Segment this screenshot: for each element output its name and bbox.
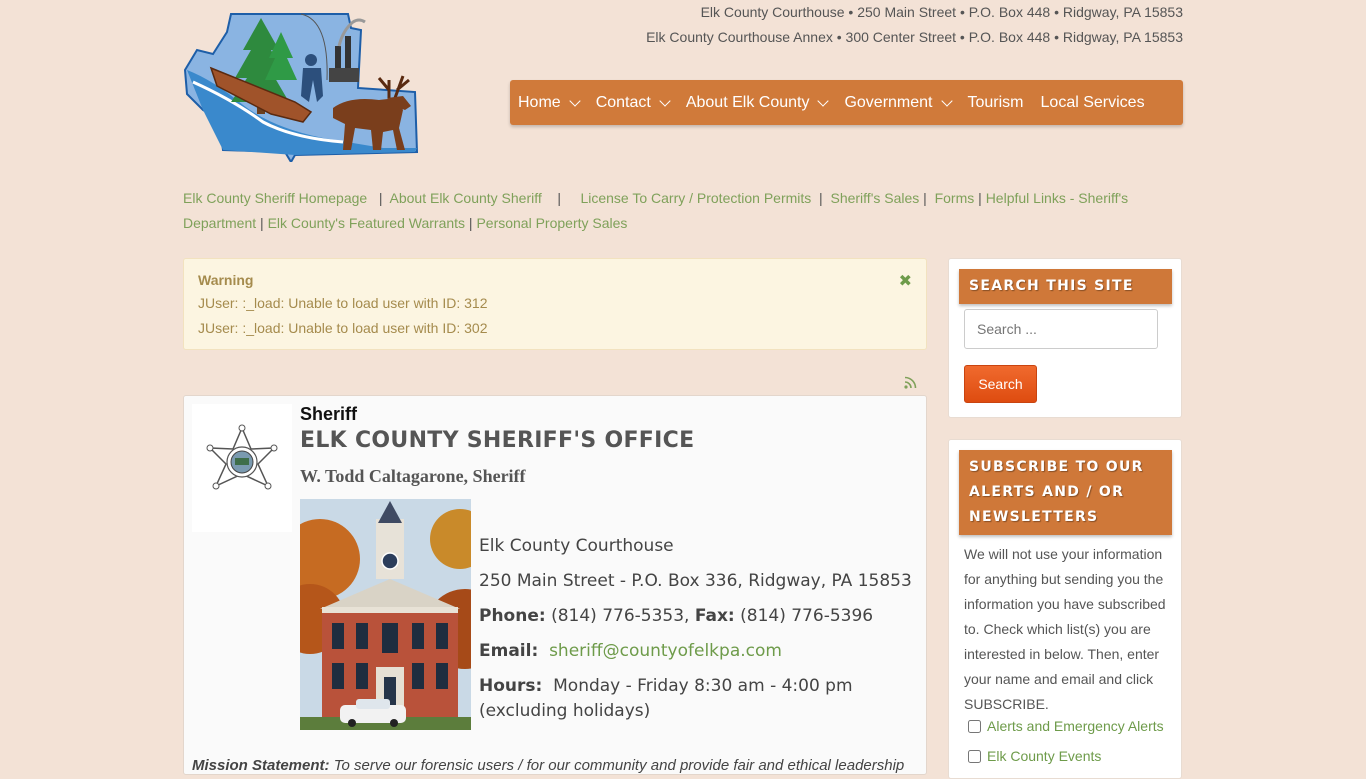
sheriff-badge-image	[192, 404, 292, 532]
sheriff-subnav: Elk County Sheriff Homepage | About Elk …	[183, 190, 1129, 231]
location-name: Elk County Courthouse	[479, 536, 674, 556]
search-panel: SEARCH THIS SITE Search	[948, 258, 1182, 418]
email-line: Email: sheriff@countyofelkpa.com	[479, 641, 782, 661]
category-title: Sheriff	[300, 404, 358, 424]
courthouse-photo	[300, 499, 471, 730]
hours-line: Hours: Monday - Friday 8:30 am - 4:00 pm	[479, 676, 853, 696]
link-license-to-carry[interactable]: License To Carry / Protection Permits	[580, 190, 811, 206]
subscribe-option-events[interactable]: Elk County Events	[968, 748, 1101, 764]
close-icon[interactable]: ✖	[899, 271, 912, 291]
main-navigation: Home Contact About Elk County Government…	[510, 80, 1183, 125]
link-about-sheriff[interactable]: About Elk County Sheriff	[390, 190, 542, 206]
subscribe-option-alerts[interactable]: Alerts and Emergency Alerts	[968, 718, 1164, 734]
mission-label: Mission Statement:	[192, 757, 330, 774]
hours-note: (excluding holidays)	[479, 701, 651, 721]
link-personal-property-sales[interactable]: Personal Property Sales	[476, 215, 627, 231]
nav-about-label: About Elk County	[685, 93, 810, 111]
chevron-down-icon[interactable]	[569, 94, 581, 107]
fax-number: (814) 776-5396	[740, 606, 874, 626]
nav-local-services-label: Local Services	[1040, 93, 1145, 111]
search-heading: SEARCH THIS SITE	[959, 269, 1172, 304]
nav-contact[interactable]: Contact	[595, 93, 671, 112]
search-input[interactable]	[964, 309, 1158, 349]
rss-feed-icon[interactable]	[903, 374, 919, 390]
mission-text: To serve our forensic users / for our co…	[333, 757, 905, 774]
chevron-down-icon[interactable]	[817, 94, 830, 107]
page-title: ELK COUNTY SHERIFF'S OFFICE	[300, 428, 695, 453]
nav-tourism[interactable]: Tourism	[968, 94, 1024, 112]
link-forms[interactable]: Forms	[935, 190, 975, 206]
events-checkbox[interactable]	[968, 749, 981, 763]
elk-county-logo[interactable]	[183, 10, 419, 162]
chevron-down-icon[interactable]	[659, 94, 671, 107]
subscribe-heading: SUBSCRIBE TO OUR ALERTS AND / OR NEWSLET…	[959, 450, 1172, 535]
link-sheriffs-sales[interactable]: Sheriff's Sales	[830, 190, 919, 206]
warning-message: JUser: :_load: Unable to load user with …	[198, 295, 488, 311]
hours-value: Monday - Friday 8:30 am - 4:00 pm	[553, 676, 853, 696]
search-button[interactable]: Search	[964, 365, 1037, 403]
mission-statement: Mission Statement: To serve our forensic…	[192, 757, 904, 774]
events-label[interactable]: Elk County Events	[987, 748, 1101, 764]
nav-tourism-label: Tourism	[967, 93, 1024, 111]
sheriff-name: W. Todd Caltagarone, Sheriff	[300, 466, 526, 486]
phone-number: (814) 776-5353,	[551, 606, 690, 626]
alerts-label[interactable]: Alerts and Emergency Alerts	[987, 718, 1164, 734]
fax-label: Fax:	[694, 606, 735, 626]
nav-contact-label: Contact	[595, 93, 651, 111]
nav-government[interactable]: Government	[844, 93, 953, 112]
chevron-down-icon[interactable]	[940, 94, 953, 107]
courthouse-address: Elk County Courthouse • 250 Main Street …	[700, 4, 1183, 20]
link-featured-warrants[interactable]: Elk County's Featured Warrants	[268, 215, 465, 231]
courthouse-annex-address: Elk County Courthouse Annex • 300 Center…	[646, 29, 1183, 45]
warning-message: JUser: :_load: Unable to load user with …	[198, 320, 488, 336]
warning-alert: Warning JUser: :_load: Unable to load us…	[183, 258, 927, 350]
warning-title: Warning	[198, 272, 254, 288]
nav-local-services[interactable]: Local Services	[1041, 94, 1145, 112]
email-link[interactable]: sheriff@countyofelkpa.com	[549, 641, 782, 661]
office-address: 250 Main Street - P.O. Box 336, Ridgway,…	[479, 571, 912, 591]
nav-government-label: Government	[844, 93, 933, 111]
alerts-checkbox[interactable]	[968, 719, 981, 733]
subscribe-panel: SUBSCRIBE TO OUR ALERTS AND / OR NEWSLET…	[948, 439, 1182, 779]
nav-home[interactable]: Home	[518, 93, 581, 112]
nav-about-elk-county[interactable]: About Elk County	[685, 93, 830, 112]
subscribe-description: We will not use your information for any…	[964, 546, 1166, 712]
sheriff-star-icon	[206, 424, 278, 490]
phone-fax-line: Phone: (814) 776-5353, Fax: (814) 776-53…	[479, 606, 873, 626]
hours-label: Hours:	[479, 676, 543, 696]
phone-label: Phone:	[479, 606, 546, 626]
link-sheriff-homepage[interactable]: Elk County Sheriff Homepage	[183, 190, 367, 206]
nav-home-label: Home	[518, 93, 561, 111]
email-label: Email:	[479, 641, 539, 661]
